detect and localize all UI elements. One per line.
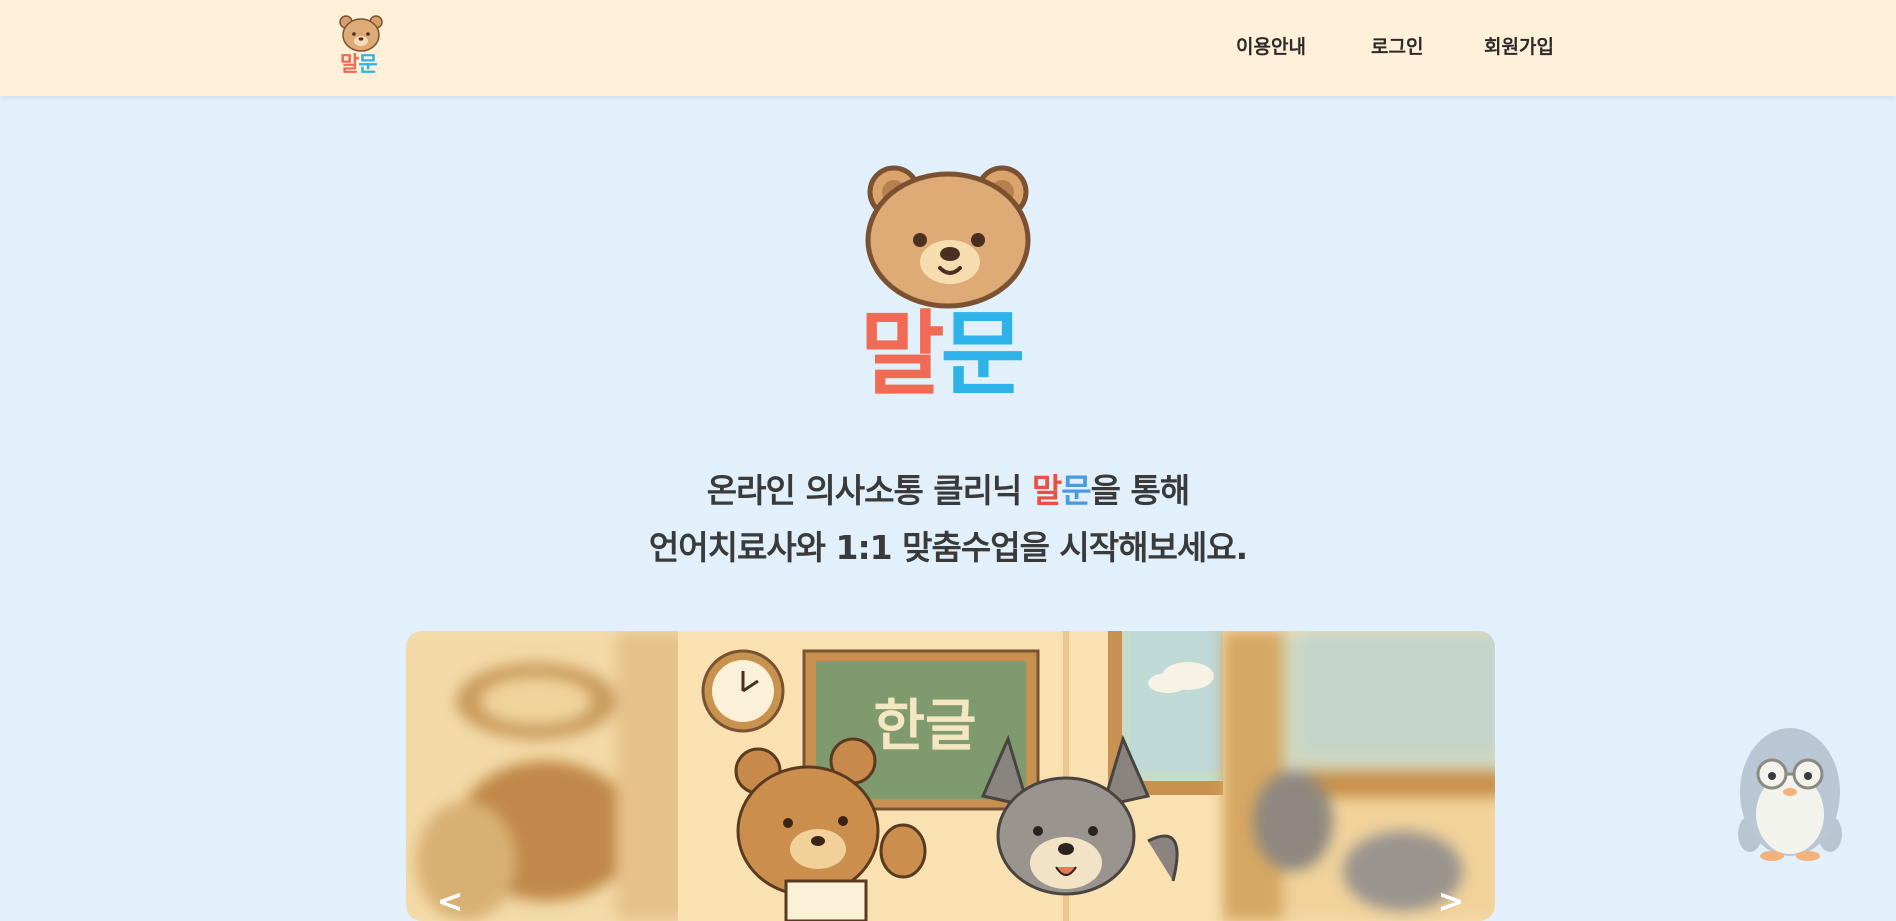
nav-guide[interactable]: 이용안내 (1236, 32, 1306, 62)
header-logo[interactable]: 말문 (336, 14, 386, 76)
carousel-prev-button[interactable]: < (430, 881, 470, 921)
hero-wordmark: 말문 (860, 301, 1025, 408)
hero-tagline: 온라인 의사소통 클리닉 말문을 통해 언어치료사와 1:1 맞춤수업을 시작해… (448, 462, 1448, 576)
carousel-next-preview (1223, 631, 1495, 921)
penguin-mascot-icon[interactable] (1730, 722, 1846, 862)
chalkboard-text: 한글 (873, 694, 977, 759)
nav-signup[interactable]: 회원가입 (1484, 32, 1554, 62)
carousel-prev-preview (406, 631, 688, 921)
header-logo-wordmark: 말문 (340, 52, 378, 76)
carousel-current-slide: 한글 (678, 631, 1223, 921)
top-header: 말문 이용안내 로그인 회원가입 (0, 0, 1896, 96)
tagline-line-2: 언어치료사와 1:1 맞춤수업을 시작해보세요. (648, 528, 1248, 567)
carousel-next-button[interactable]: > (1431, 881, 1471, 921)
hero-bear-icon (862, 160, 1034, 310)
nav-login[interactable]: 로그인 (1371, 32, 1423, 62)
image-carousel[interactable]: 한글 < > (406, 631, 1495, 921)
tagline-line-1: 온라인 의사소통 클리닉 말문을 통해 (706, 471, 1190, 510)
